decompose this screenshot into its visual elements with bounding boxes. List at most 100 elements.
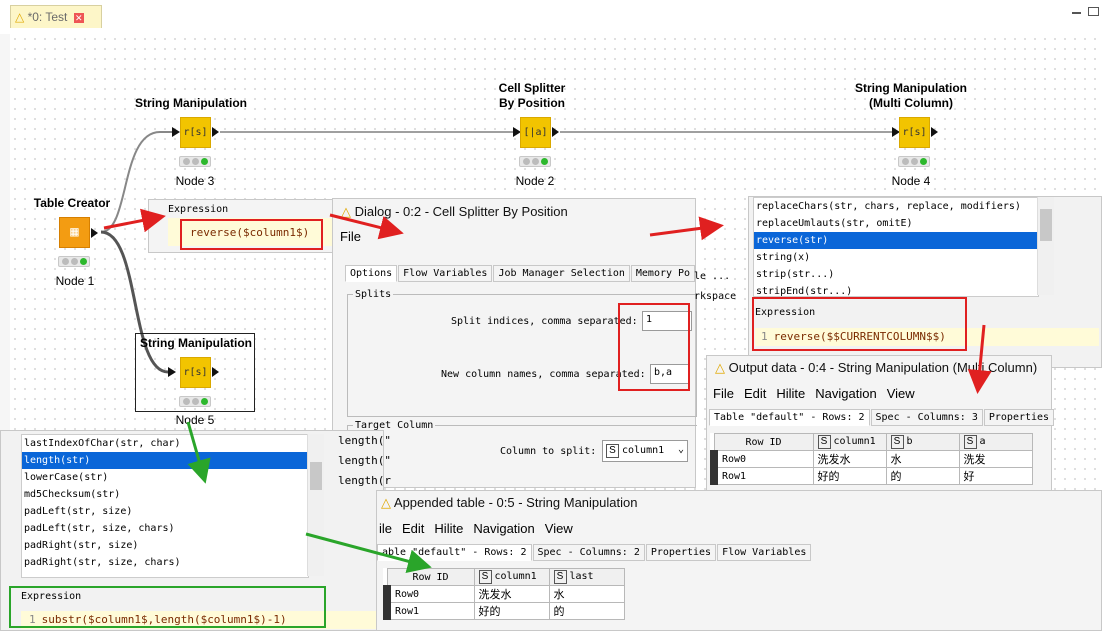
function-list-scrollbar[interactable] xyxy=(307,434,324,576)
side-text-line: length(" xyxy=(338,434,391,447)
column-header[interactable]: Sb xyxy=(885,433,960,451)
node5-out-port[interactable] xyxy=(212,367,219,377)
string-manipulation-multi-icon: r[s] xyxy=(902,127,927,138)
node2-out-port[interactable] xyxy=(552,127,559,137)
function-item[interactable]: padRight(str, size) xyxy=(22,537,308,554)
column-header[interactable]: Scolumn1 xyxy=(473,568,550,586)
function-list[interactable]: lastIndexOfChar(str, char) length(str) l… xyxy=(21,434,309,578)
menu-hilite[interactable]: Hilite xyxy=(776,386,805,401)
function-item[interactable]: padLeft(str, size, chars) xyxy=(22,520,308,537)
tab-flow-variables[interactable]: Flow Variables xyxy=(398,265,493,282)
node3-out-port[interactable] xyxy=(212,127,219,137)
tab-job-manager[interactable]: Job Manager Selection xyxy=(493,265,630,282)
column-header[interactable]: Scolumn1 xyxy=(812,433,887,451)
red-highlight-box xyxy=(752,297,967,351)
function-item[interactable]: lowerCase(str) xyxy=(22,469,308,486)
node4-label-line2: (Multi Column) xyxy=(869,96,953,110)
menu-hilite[interactable]: Hilite xyxy=(434,521,463,536)
function-item[interactable]: padRight(str, size, chars) xyxy=(22,554,308,571)
table-cell: 好 xyxy=(958,467,1033,485)
node1-out-port[interactable] xyxy=(91,228,98,238)
function-item[interactable]: md5Checksum(str) xyxy=(22,486,308,503)
node3-caption: Node 3 xyxy=(175,174,215,188)
background-fragment: rkspace xyxy=(694,291,737,302)
function-list[interactable]: replaceChars(str, chars, replace, modifi… xyxy=(753,197,1039,297)
appended-menu-bar: ile Edit Hilite Navigation View xyxy=(379,521,583,536)
function-item[interactable]: strip(str...) xyxy=(754,266,1038,283)
table-creator-node[interactable]: ▦ xyxy=(59,217,90,248)
table-row[interactable]: Row1 好的 的 好 xyxy=(710,467,1033,485)
tab-options[interactable]: Options xyxy=(345,265,398,282)
menu-edit[interactable]: Edit xyxy=(402,521,424,536)
menu-view[interactable]: View xyxy=(545,521,573,536)
table-cell: 洗发 xyxy=(958,450,1033,468)
cell-splitter-node-2[interactable]: [|a] xyxy=(520,117,551,148)
table-row[interactable]: Row1 好的 的 xyxy=(383,602,625,620)
column-header[interactable]: Sa xyxy=(958,433,1033,451)
tab-spec[interactable]: Spec - Columns: 2 xyxy=(532,544,645,561)
node5-status-lights xyxy=(179,396,211,407)
appended-title-bar: △ Appended table - 0:5 - String Manipula… xyxy=(381,495,637,511)
tab-table-default[interactable]: Table "default" - Rows: 2 xyxy=(709,409,870,426)
table-row[interactable]: Row0 洗发水 水 洗发 xyxy=(710,450,1033,468)
column-to-split-label: Column to split: xyxy=(500,446,597,457)
function-item[interactable]: replaceChars(str, chars, replace, modifi… xyxy=(754,198,1038,215)
function-item[interactable]: padLeft(str, size) xyxy=(22,503,308,520)
node2-caption: Node 2 xyxy=(515,174,555,188)
expression-header: Expression xyxy=(168,204,229,215)
node4-out-port[interactable] xyxy=(931,127,938,137)
column-to-split-select[interactable]: Scolumn1 ⌄ xyxy=(602,440,688,462)
string-type-icon: S xyxy=(606,444,619,458)
tab-spec[interactable]: Spec - Columns: 3 xyxy=(870,409,983,426)
function-item-selected[interactable]: reverse(str) xyxy=(754,232,1038,249)
output-menu-bar: File Edit Hilite Navigation View xyxy=(713,386,925,401)
output-data-window: △ Output data - 0:4 - String Manipulatio… xyxy=(706,355,1055,507)
function-item[interactable]: replaceUmlauts(str, omitE) xyxy=(754,215,1038,232)
menu-view[interactable]: View xyxy=(887,386,915,401)
appended-table-window: △ Appended table - 0:5 - String Manipula… xyxy=(376,490,1102,631)
table-cell: 好的 xyxy=(473,602,550,620)
tab-properties[interactable]: Properties xyxy=(645,544,717,561)
function-item[interactable]: string(x) xyxy=(754,249,1038,266)
column-header[interactable]: Slast xyxy=(548,568,625,586)
column-header[interactable]: Row ID xyxy=(713,433,814,451)
node5-label: String Manipulation xyxy=(140,336,252,350)
split-indices-label: Split indices, comma separated: xyxy=(451,316,638,327)
node3-label: String Manipulation xyxy=(135,96,247,110)
column-header[interactable]: Row ID xyxy=(386,568,475,586)
menu-file[interactable]: ile xyxy=(379,521,392,536)
string-manipulation-node-3[interactable]: r[s] xyxy=(180,117,211,148)
tab-properties[interactable]: Properties xyxy=(983,409,1055,426)
node1-status-lights xyxy=(58,256,90,267)
string-type-icon: S xyxy=(553,570,567,584)
appended-tabs: able "default" - Rows: 2 Spec - Columns: … xyxy=(377,544,812,561)
menu-file[interactable]: File xyxy=(713,386,734,401)
node4-status-lights xyxy=(898,156,930,167)
function-item[interactable]: lastIndexOfChar(str, char) xyxy=(22,435,308,452)
output-tabs: Table "default" - Rows: 2 Spec - Columns:… xyxy=(709,409,1055,426)
function-item[interactable]: stripEnd(str...) xyxy=(754,283,1038,296)
cell-splitter-icon: [|a] xyxy=(523,127,548,138)
menu-navigation[interactable]: Navigation xyxy=(473,521,534,536)
warning-icon: △ xyxy=(715,360,725,375)
row-id-cell: Row0 xyxy=(383,585,475,603)
node3-status-lights xyxy=(179,156,211,167)
menu-navigation[interactable]: Navigation xyxy=(815,386,876,401)
function-item-selected[interactable]: length(str) xyxy=(22,452,308,469)
column-to-split-value: column1 xyxy=(622,445,665,456)
table-row[interactable]: Row0 洗发水 水 xyxy=(383,585,625,603)
node2-label-line2: By Position xyxy=(498,96,565,110)
node4-label-line1: String Manipulation xyxy=(855,81,967,95)
tab-table-default[interactable]: able "default" - Rows: 2 xyxy=(377,544,532,561)
table-cell: 洗发水 xyxy=(812,450,887,468)
tab-memory-policy[interactable]: Memory Po xyxy=(630,265,696,282)
menu-edit[interactable]: Edit xyxy=(744,386,766,401)
function-list-scrollbar[interactable] xyxy=(1037,197,1054,295)
table-header-row: Row ID Scolumn1 Slast xyxy=(386,568,625,586)
string-manipulation-node-5[interactable]: r[s] xyxy=(180,357,211,388)
node1-caption: Node 1 xyxy=(55,274,95,288)
dialog-menu-file[interactable]: File xyxy=(340,229,361,244)
string-manipulation-multi-node-4[interactable]: r[s] xyxy=(899,117,930,148)
tab-flow-variables[interactable]: Flow Variables xyxy=(717,544,812,561)
node1-label: Table Creator xyxy=(33,196,111,210)
